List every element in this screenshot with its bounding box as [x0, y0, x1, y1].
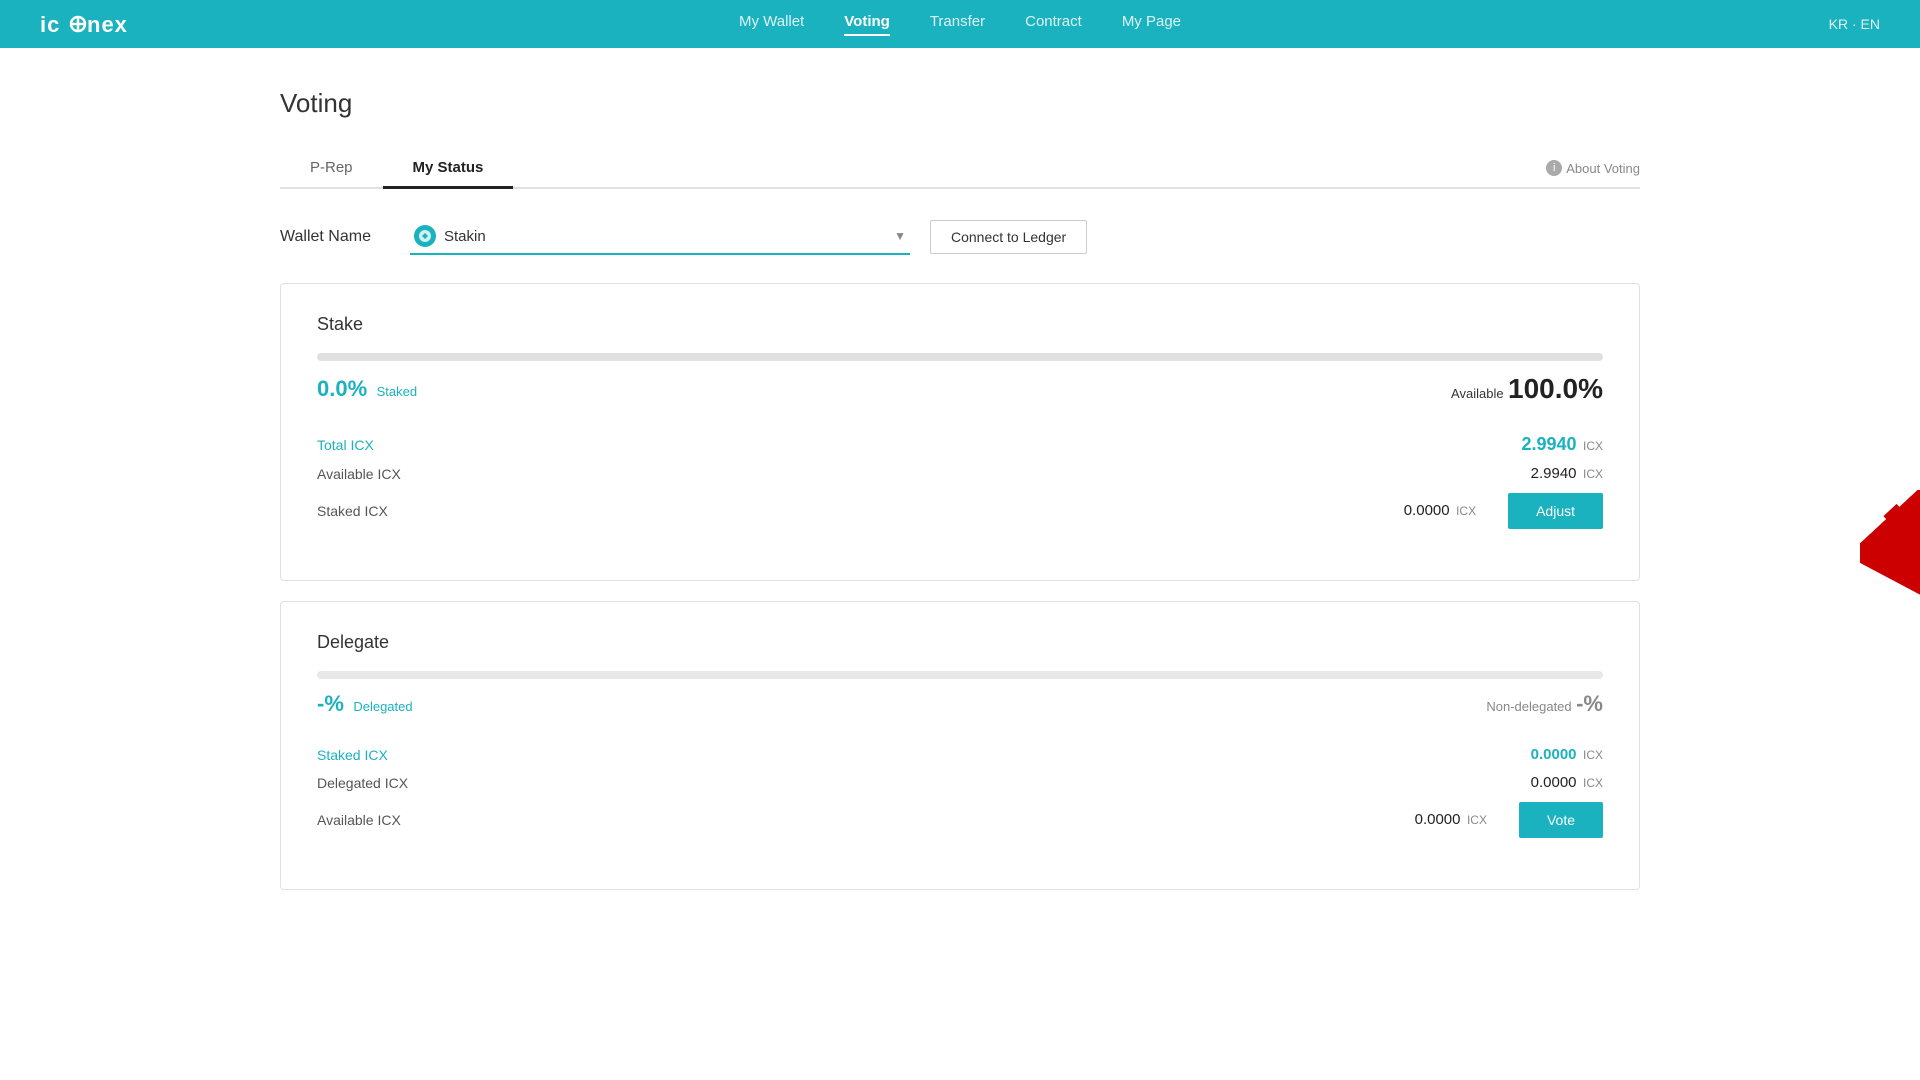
nav-my-wallet[interactable]: My Wallet: [739, 13, 804, 36]
delegate-title: Delegate: [317, 632, 1603, 653]
page-title: Voting: [280, 88, 1640, 119]
total-icx-row: Total ICX 2.9940 ICX: [317, 429, 1603, 460]
non-delegated-value: -%: [1576, 691, 1603, 716]
wallet-name-value: Stakin: [444, 228, 886, 245]
non-delegated-label: Non-delegated: [1486, 699, 1571, 714]
about-voting-label: About Voting: [1566, 161, 1640, 176]
navbar: ic nex My Wallet Voting Transfer Contrac…: [0, 0, 1920, 48]
delegated-icx-row: Delegated ICX 0.0000 ICX: [317, 769, 1603, 797]
available-icx-delegate-row: Available ICX 0.0000 ICX Vote: [317, 797, 1603, 843]
adjust-button[interactable]: Adjust: [1508, 493, 1603, 529]
available-label: Available: [1451, 386, 1504, 401]
staked-icx-delegate-label: Staked ICX: [317, 747, 388, 763]
vote-button[interactable]: Vote: [1519, 802, 1603, 838]
staked-label: Staked: [377, 384, 417, 399]
tab-my-status[interactable]: My Status: [383, 149, 514, 189]
wallet-select[interactable]: Stakin ▼: [410, 219, 910, 255]
delegate-pct-row: -% Delegated Non-delegated -%: [317, 691, 1603, 717]
available-icx-delegate-value: 0.0000 ICX Vote: [1415, 802, 1603, 838]
delegate-icx-table: Staked ICX 0.0000 ICX Delegated ICX 0.00…: [317, 741, 1603, 843]
total-icx-value: 2.9940 ICX: [1521, 434, 1603, 455]
stake-percent-row: 0.0% Staked Available 100.0%: [317, 373, 1603, 405]
stake-title: Stake: [317, 314, 1603, 335]
delegated-icx-value: 0.0000 ICX: [1531, 774, 1603, 792]
staked-icx-delegate-row: Staked ICX 0.0000 ICX: [317, 741, 1603, 769]
delegate-card: Delegate -% Delegated Non-delegated -% S…: [280, 601, 1640, 890]
tab-prep[interactable]: P-Rep: [280, 149, 383, 187]
stake-progress-track: [317, 353, 1603, 361]
available-icx-row: Available ICX 2.9940 ICX: [317, 460, 1603, 488]
available-percent: Available 100.0%: [1451, 373, 1603, 405]
staked-icx-value: 0.0000 ICX Adjust: [1404, 493, 1603, 529]
staked-icx-row: Staked ICX 0.0000 ICX Adjust: [317, 488, 1603, 534]
available-icx-delegate-label: Available ICX: [317, 812, 401, 828]
total-icx-label: Total ICX: [317, 437, 374, 453]
delegated-icx-label: Delegated ICX: [317, 775, 408, 791]
svg-text:ic: ic: [40, 12, 60, 37]
language-selector[interactable]: KR · EN: [1829, 16, 1880, 32]
delegated-percent: -% Delegated: [317, 691, 413, 717]
info-icon: i: [1546, 160, 1562, 176]
main-content: Voting P-Rep My Status i About Voting Wa…: [0, 48, 1920, 1080]
staked-icx-label: Staked ICX: [317, 503, 388, 519]
delegate-progress-track: [317, 671, 1603, 679]
stake-icx-table: Total ICX 2.9940 ICX Available ICX 2.994…: [317, 429, 1603, 534]
logo: ic nex: [40, 10, 130, 38]
wallet-icon: [414, 225, 436, 247]
staked-icx-delegate-value: 0.0000 ICX: [1531, 746, 1603, 764]
non-delegated-percent: Non-delegated -%: [1486, 691, 1603, 717]
svg-text:nex: nex: [87, 12, 128, 37]
available-pct-value: 100.0%: [1508, 373, 1603, 404]
nav-transfer[interactable]: Transfer: [930, 13, 985, 36]
tabs: P-Rep My Status i About Voting: [280, 149, 1640, 189]
staked-pct-value: 0.0%: [317, 376, 367, 401]
available-icx-label: Available ICX: [317, 466, 401, 482]
wallet-name-row: Wallet Name Stakin ▼ Connect to Ledger: [280, 219, 1640, 255]
nav-voting[interactable]: Voting: [844, 13, 890, 36]
chevron-down-icon: ▼: [894, 229, 906, 243]
staked-percent: 0.0% Staked: [317, 376, 417, 402]
connect-ledger-button[interactable]: Connect to Ledger: [930, 220, 1087, 254]
nav-contract[interactable]: Contract: [1025, 13, 1082, 36]
stake-card: Stake 0.0% Staked Available 100.0% Total…: [280, 283, 1640, 581]
nav-links: My Wallet Voting Transfer Contract My Pa…: [739, 13, 1181, 36]
wallet-name-label: Wallet Name: [280, 228, 390, 246]
available-icx-value: 2.9940 ICX: [1531, 465, 1603, 483]
delegated-pct-value: -%: [317, 691, 344, 716]
delegated-label: Delegated: [353, 699, 412, 714]
about-voting-link[interactable]: i About Voting: [1546, 149, 1640, 187]
nav-my-page[interactable]: My Page: [1122, 13, 1181, 36]
